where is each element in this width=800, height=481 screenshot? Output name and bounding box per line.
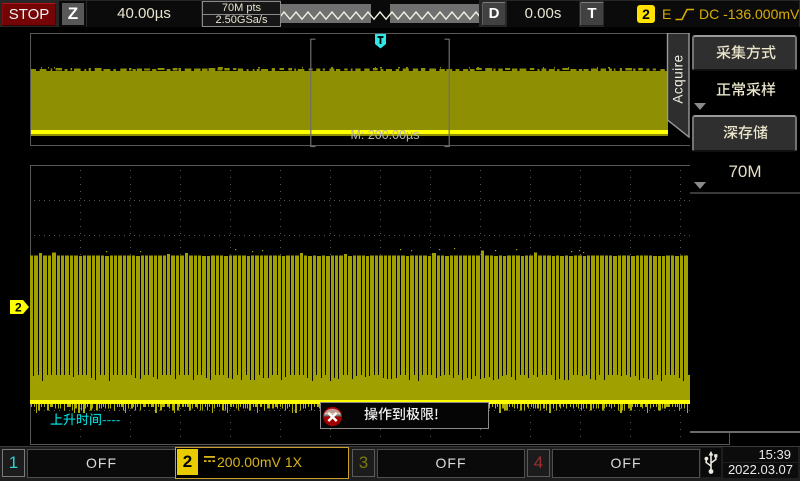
svg-text:2: 2 (15, 301, 22, 315)
